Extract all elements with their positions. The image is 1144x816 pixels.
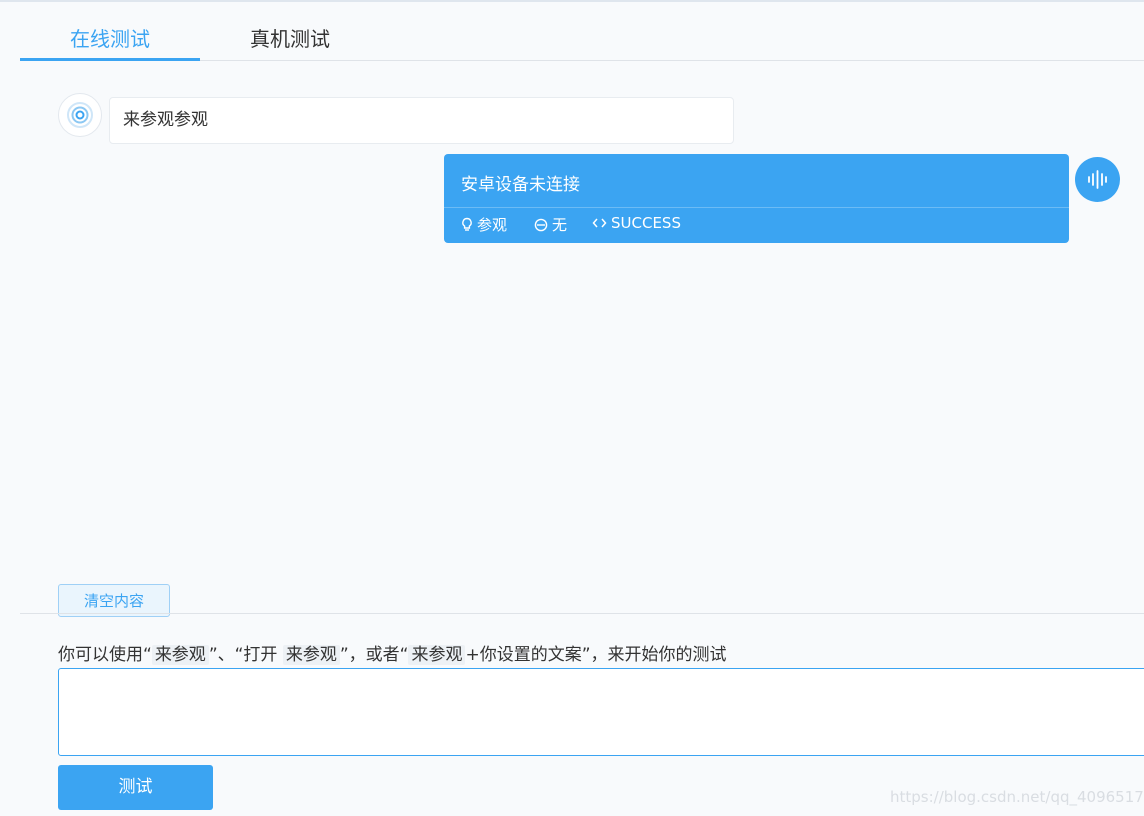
hint-suffix: +你设置的文案”，来开始你的测试 xyxy=(465,645,727,665)
user-message-bubble: 安卓设备未连接 参观 无 SUCCESS xyxy=(444,154,1069,243)
tab-device-test[interactable]: 真机测试 xyxy=(200,20,380,60)
hint-prefix: 你可以使用“ xyxy=(58,645,152,665)
intent-meta: 参观 xyxy=(461,214,507,235)
hint-keyword: 来参观 xyxy=(408,645,466,665)
target-icon xyxy=(67,102,93,128)
tab-online-test[interactable]: 在线测试 xyxy=(20,20,200,60)
bot-message-bubble: 来参观参观 xyxy=(109,97,734,144)
hint-mid: ”、“打开 xyxy=(208,645,278,665)
status-meta: SUCCESS xyxy=(592,214,681,232)
slot-label: 无 xyxy=(552,216,568,234)
usage-hint: 你可以使用“ 来参观 ”、“打开 来参观 ”，或者“ 来参观 +你设置的文案”，来开始你的… xyxy=(58,640,727,665)
hint-mid: ”，或者“ xyxy=(339,645,409,665)
intent-label: 参观 xyxy=(477,216,508,234)
user-message-text: 安卓设备未连接 xyxy=(461,175,580,195)
bubble-divider xyxy=(444,207,1069,208)
bot-avatar xyxy=(58,93,102,137)
lightbulb-icon xyxy=(462,217,472,231)
status-label: SUCCESS xyxy=(611,214,681,232)
active-tab-indicator xyxy=(20,58,200,61)
minus-circle-icon xyxy=(534,218,548,231)
watermark: https://blog.csdn.net/qq_40965177 xyxy=(890,788,1144,806)
test-button[interactable]: 测试 xyxy=(58,765,213,810)
hint-keyword: 来参观 xyxy=(282,645,340,665)
section-divider xyxy=(20,613,1144,614)
hint-keyword: 来参观 xyxy=(151,645,209,665)
user-avatar xyxy=(1075,157,1120,202)
top-border xyxy=(0,0,1144,2)
voice-wave-icon xyxy=(1088,170,1107,189)
test-input[interactable] xyxy=(58,668,1144,756)
code-icon xyxy=(592,218,607,228)
tab-bar: 在线测试 真机测试 xyxy=(20,20,1144,61)
slot-meta: 无 xyxy=(534,214,567,235)
